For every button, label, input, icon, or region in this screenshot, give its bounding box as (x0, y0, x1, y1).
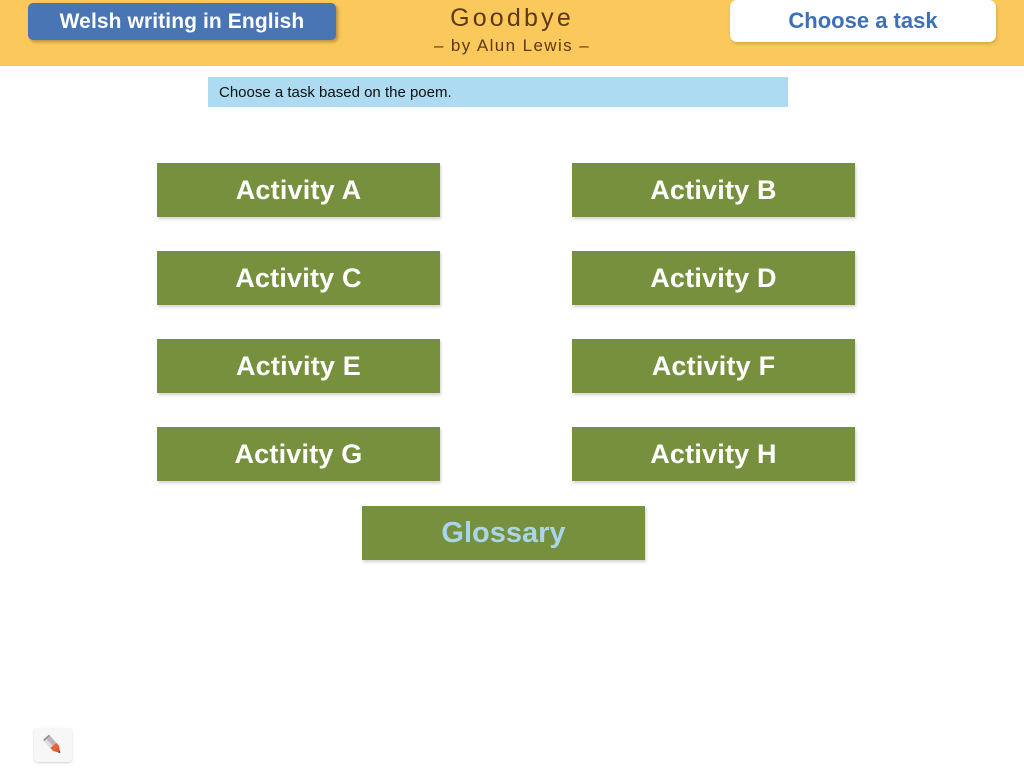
activity-button-label: Activity F (651, 350, 776, 381)
activity-button-label: Activity D (650, 262, 777, 293)
activity-button[interactable]: Activity H (572, 427, 855, 481)
activity-button[interactable]: Activity D (572, 251, 855, 305)
activity-button[interactable]: Activity G (157, 427, 440, 481)
activity-grid: Activity A Activity B Activity C Activity D… (0, 0, 1024, 768)
pen-tool-button[interactable] (34, 728, 72, 762)
activity-button-label: Activity G (234, 438, 363, 469)
activity-button-label: Activity H (650, 438, 777, 469)
activity-button[interactable]: Activity B (572, 163, 855, 217)
glossary-button-label: Glossary (441, 516, 566, 549)
activity-button[interactable]: Activity F (572, 339, 855, 393)
activity-button-label: Activity C (235, 262, 362, 293)
activity-button[interactable]: Activity C (157, 251, 440, 305)
activity-button-label: Activity E (235, 350, 362, 381)
glossary-button[interactable]: Glossary (362, 506, 645, 560)
slide-canvas: Welsh writing in English Goodbye – by Al… (0, 0, 1024, 768)
activity-button-label: Activity A (235, 174, 362, 205)
pen-icon (43, 734, 61, 754)
activity-button[interactable]: Activity E (157, 339, 440, 393)
activity-button-label: Activity B (650, 174, 777, 205)
activity-button[interactable]: Activity A (157, 163, 440, 217)
